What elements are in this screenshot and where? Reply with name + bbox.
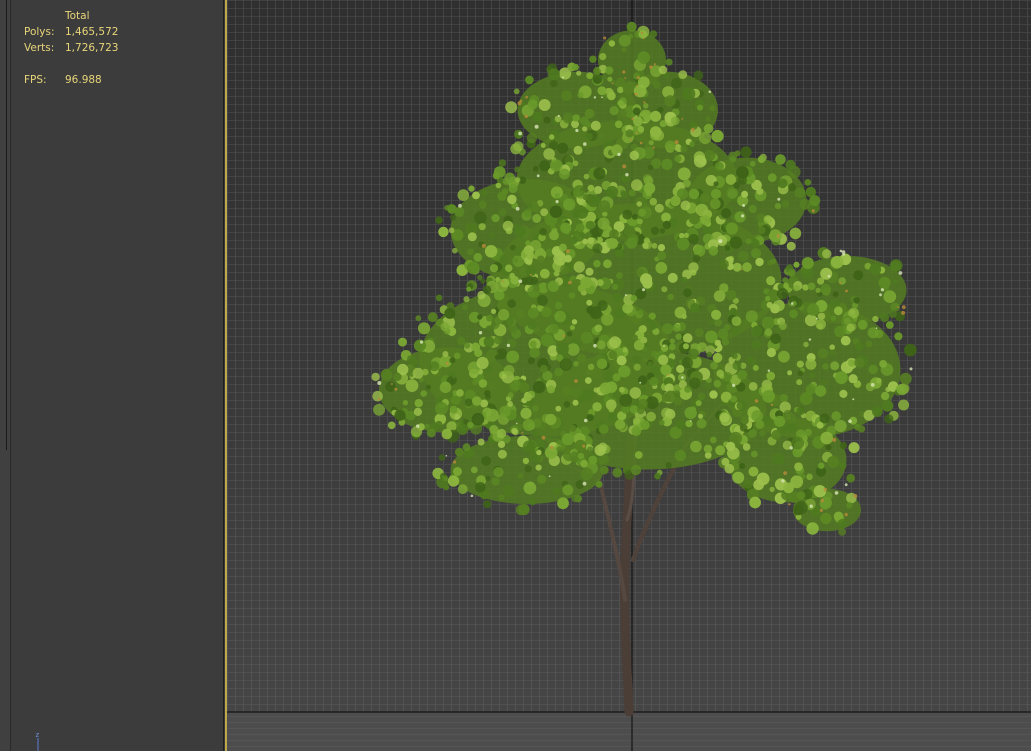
fps-value: 96.988: [65, 74, 102, 86]
main-viewport-active[interactable]: [225, 0, 1031, 751]
tree-model[interactable]: [227, 0, 1031, 751]
viewport-edge-panel: [0, 0, 11, 751]
z-axis-gizmo-icon: z: [36, 731, 40, 751]
tree-foliage: [371, 21, 917, 536]
fps-label: FPS:: [24, 74, 47, 86]
stats-header: Total: [65, 10, 90, 22]
edge-divider: [6, 0, 7, 450]
z-axis-label: z: [36, 731, 40, 739]
polys-label: Polys:: [24, 26, 55, 38]
polys-value: 1,465,572: [65, 26, 119, 38]
verts-value: 1,726,723: [65, 42, 119, 54]
3d-viewport-workspace: Total Polys: 1,465,572 Verts: 1,726,723 …: [0, 0, 1031, 751]
left-viewport[interactable]: Total Polys: 1,465,572 Verts: 1,726,723 …: [0, 0, 224, 751]
verts-label: Verts:: [24, 42, 55, 54]
